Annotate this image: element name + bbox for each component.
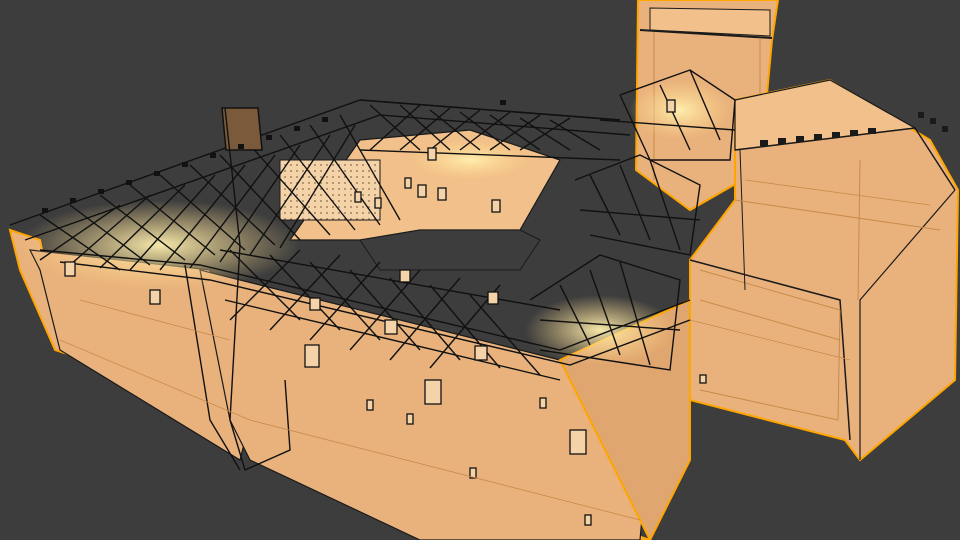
scene-canvas[interactable] bbox=[0, 0, 960, 540]
highlight-glow-southeast bbox=[525, 295, 675, 365]
3d-viewport[interactable] bbox=[0, 0, 960, 540]
highlight-glow-tower bbox=[630, 80, 730, 140]
mesh-panel bbox=[279, 159, 381, 221]
